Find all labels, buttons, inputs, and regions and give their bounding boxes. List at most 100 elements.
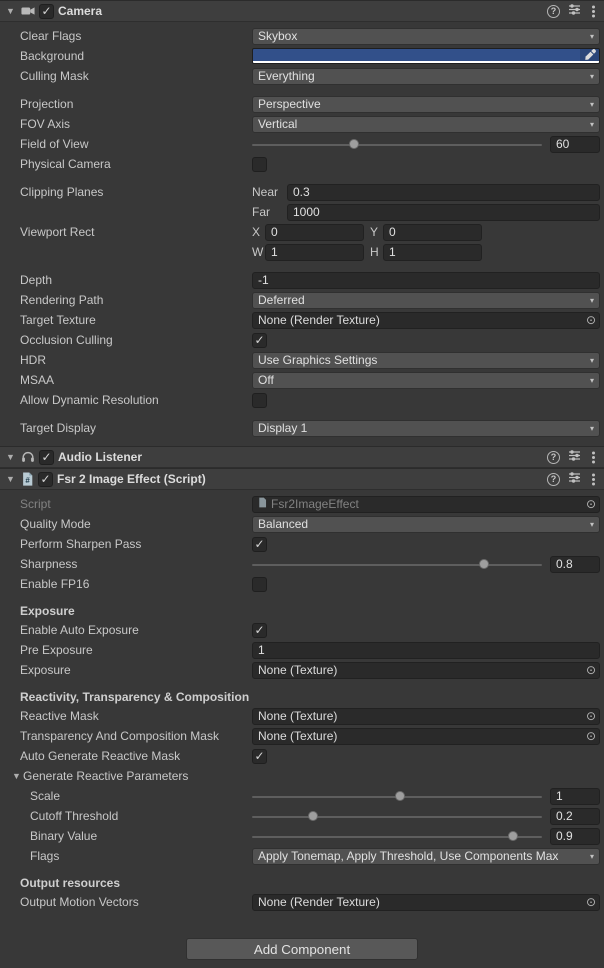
add-component-row: Add Component (0, 938, 604, 960)
object-picker-icon[interactable]: ⊙ (583, 663, 599, 677)
clear-flags-label: Clear Flags (20, 29, 252, 43)
object-picker-icon[interactable]: ⊙ (583, 497, 599, 511)
flags-label: Flags (30, 849, 252, 863)
row-quality-mode: Quality Mode Balanced▾ (0, 514, 604, 534)
audio-listener-foldout-icon[interactable]: ▼ (4, 452, 17, 462)
rendering-path-dropdown[interactable]: Deferred▾ (252, 292, 600, 309)
row-flags: Flags Apply Tonemap, Apply Threshold, Us… (0, 846, 604, 866)
audio-listener-menu-icon[interactable] (592, 456, 595, 459)
camera-component-header[interactable]: ▼ ✓ Camera ? (0, 0, 604, 22)
slider-handle[interactable] (349, 139, 359, 149)
allow-dynamic-resolution-label: Allow Dynamic Resolution (20, 393, 252, 407)
field-of-view-label: Field of View (20, 137, 252, 151)
cutoff-threshold-input[interactable]: 0.2 (550, 808, 600, 825)
row-background: Background (0, 46, 604, 66)
camera-title: Camera (58, 4, 543, 18)
background-color-field[interactable] (252, 48, 600, 64)
object-picker-icon[interactable]: ⊙ (583, 729, 599, 743)
near-input[interactable]: 0.3 (287, 184, 600, 201)
scale-slider[interactable] (252, 788, 542, 805)
cutoff-threshold-slider[interactable] (252, 808, 542, 825)
auto-generate-reactive-mask-checkbox[interactable]: ✓ (252, 749, 267, 764)
quality-mode-dropdown[interactable]: Balanced▾ (252, 516, 600, 533)
output-section-title: Output resources (0, 874, 604, 892)
fsr2-component-header[interactable]: ▼ # ✓ Fsr 2 Image Effect (Script) ? (0, 468, 604, 490)
slider-handle[interactable] (479, 559, 489, 569)
object-picker-icon[interactable]: ⊙ (583, 313, 599, 327)
viewport-w-input[interactable]: 1 (265, 244, 364, 261)
object-picker-icon[interactable]: ⊙ (583, 895, 599, 909)
enable-auto-exposure-label: Enable Auto Exposure (20, 623, 252, 637)
fsr2-foldout-icon[interactable]: ▼ (4, 474, 17, 484)
flags-dropdown[interactable]: Apply Tonemap, Apply Threshold, Use Comp… (252, 848, 600, 865)
row-transparency-mask: Transparency And Composition Mask None (… (0, 726, 604, 746)
generate-reactive-parameters-foldout-icon[interactable]: ▼ (10, 771, 23, 781)
eyedropper-icon[interactable] (580, 49, 599, 61)
viewport-x-input[interactable]: 0 (265, 224, 364, 241)
physical-camera-checkbox[interactable] (252, 157, 267, 172)
camera-presets-icon[interactable] (568, 3, 581, 19)
camera-foldout-icon[interactable]: ▼ (4, 6, 17, 16)
perform-sharpen-pass-checkbox[interactable]: ✓ (252, 537, 267, 552)
scale-input[interactable]: 1 (550, 788, 600, 805)
field-of-view-slider[interactable] (252, 136, 542, 153)
sharpness-input[interactable]: 0.8 (550, 556, 600, 573)
add-component-button[interactable]: Add Component (186, 938, 418, 960)
fsr2-presets-icon[interactable] (568, 471, 581, 487)
output-motion-vectors-label: Output Motion Vectors (20, 895, 252, 909)
fsr2-enabled-checkbox[interactable]: ✓ (38, 472, 53, 487)
enable-auto-exposure-checkbox[interactable]: ✓ (252, 623, 267, 638)
sharpness-label: Sharpness (20, 557, 252, 571)
output-motion-vectors-field[interactable]: None (Render Texture)⊙ (252, 894, 600, 911)
script-icon: # (21, 472, 34, 486)
slider-handle[interactable] (395, 791, 405, 801)
binary-value-slider[interactable] (252, 828, 542, 845)
audio-listener-component-header[interactable]: ▼ ✓ Audio Listener ? (0, 446, 604, 468)
object-picker-icon[interactable]: ⊙ (583, 709, 599, 723)
occlusion-culling-checkbox[interactable]: ✓ (252, 333, 267, 348)
camera-help-icon[interactable]: ? (547, 5, 560, 18)
camera-body: Clear Flags Skybox▾ Background Culling M… (0, 22, 604, 446)
viewport-h-input[interactable]: 1 (383, 244, 482, 261)
row-occlusion-culling: Occlusion Culling ✓ (0, 330, 604, 350)
occlusion-culling-label: Occlusion Culling (20, 333, 252, 347)
row-exposure: Exposure None (Texture)⊙ (0, 660, 604, 680)
binary-value-input[interactable]: 0.9 (550, 828, 600, 845)
row-physical-camera: Physical Camera (0, 154, 604, 174)
field-of-view-input[interactable]: 60 (550, 136, 600, 153)
hdr-dropdown[interactable]: Use Graphics Settings▾ (252, 352, 600, 369)
viewport-y-input[interactable]: 0 (383, 224, 482, 241)
far-label: Far (252, 205, 287, 219)
row-pre-exposure: Pre Exposure 1 (0, 640, 604, 660)
row-msaa: MSAA Off▾ (0, 370, 604, 390)
camera-menu-icon[interactable] (592, 10, 595, 13)
slider-handle[interactable] (308, 811, 318, 821)
culling-mask-dropdown[interactable]: Everything▾ (252, 68, 600, 85)
camera-enabled-checkbox[interactable]: ✓ (39, 4, 54, 19)
target-texture-field[interactable]: None (Render Texture)⊙ (252, 312, 600, 329)
transparency-mask-field[interactable]: None (Texture)⊙ (252, 728, 600, 745)
projection-dropdown[interactable]: Perspective▾ (252, 96, 600, 113)
msaa-dropdown[interactable]: Off▾ (252, 372, 600, 389)
fsr2-menu-icon[interactable] (592, 478, 595, 481)
far-input[interactable]: 1000 (287, 204, 600, 221)
clear-flags-dropdown[interactable]: Skybox▾ (252, 28, 600, 45)
sharpness-slider[interactable] (252, 556, 542, 573)
fov-axis-dropdown[interactable]: Vertical▾ (252, 116, 600, 133)
reactive-mask-field[interactable]: None (Texture)⊙ (252, 708, 600, 725)
slider-handle[interactable] (508, 831, 518, 841)
audio-listener-presets-icon[interactable] (568, 449, 581, 465)
audio-listener-help-icon[interactable]: ? (547, 451, 560, 464)
msaa-label: MSAA (20, 373, 252, 387)
row-target-display: Target Display Display 1▾ (0, 418, 604, 438)
exposure-field[interactable]: None (Texture)⊙ (252, 662, 600, 679)
pre-exposure-input[interactable]: 1 (252, 642, 600, 659)
target-display-dropdown[interactable]: Display 1▾ (252, 420, 600, 437)
row-generate-reactive-parameters[interactable]: ▼ Generate Reactive Parameters (0, 766, 604, 786)
allow-dynamic-resolution-checkbox[interactable] (252, 393, 267, 408)
depth-input[interactable]: -1 (252, 272, 600, 289)
fsr2-help-icon[interactable]: ? (547, 473, 560, 486)
enable-fp16-checkbox[interactable] (252, 577, 267, 592)
chevron-down-icon: ▾ (590, 100, 594, 109)
audio-listener-enabled-checkbox[interactable]: ✓ (39, 450, 54, 465)
